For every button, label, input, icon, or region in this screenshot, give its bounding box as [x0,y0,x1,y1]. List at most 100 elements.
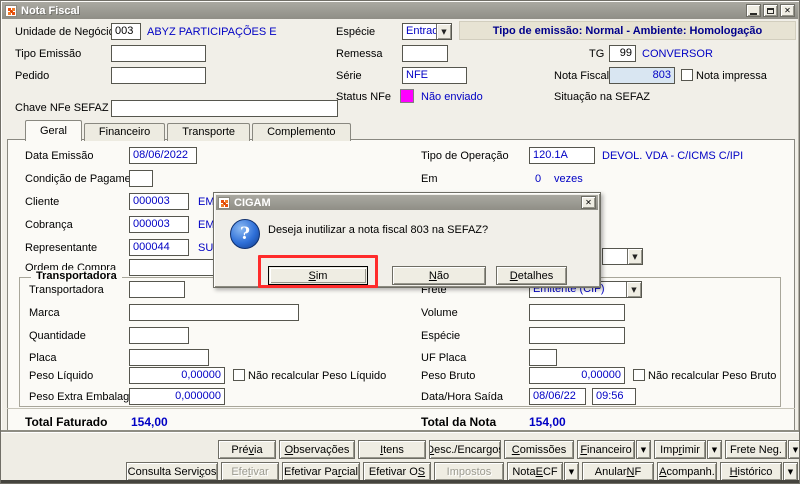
efetivar-parcial-button[interactable]: Efetivar Pa r cial [282,462,360,481]
tab-geral[interactable]: Geral [25,120,82,141]
serie-field[interactable]: NFE [402,67,467,84]
dialog-message: Deseja inutilizar a nota fiscal 803 na S… [268,224,489,236]
previa-button[interactable]: Pré v ia [218,440,276,459]
serie-label: Série [336,70,362,82]
condicao-pagamento-field[interactable] [129,170,153,187]
uf-placa-field[interactable] [529,349,557,366]
tab-transporte[interactable]: Transporte [167,123,251,141]
dialog-title: CIGAM [234,196,271,209]
remessa-field[interactable] [402,45,448,62]
maximize-button[interactable] [763,4,778,17]
efetivar-os-button[interactable]: Efetivar OS [363,462,431,481]
volume-field[interactable] [529,304,625,321]
itens-button[interactable]: Itens [358,440,426,459]
chevron-down-icon[interactable]: ▼ [436,24,451,39]
window-title: Nota Fiscal [21,4,80,17]
dialog-close-icon[interactable]: ✕ [581,196,596,209]
transportadora-field[interactable] [129,281,185,298]
transportadora-group-title: Transportadora [31,270,122,282]
unidade-negocio-name: ABYZ PARTICIPAÇÕES E [147,26,277,38]
representante-field[interactable]: 000044 [129,239,189,256]
nao-recalcular-peso-bruto-checkbox[interactable] [633,369,645,381]
hora-saida-field[interactable]: 09:56 [592,388,636,405]
chave-nfe-field[interactable] [111,100,338,117]
pedido-field[interactable] [111,67,206,84]
nota-ecf-menu-arrow[interactable]: ▼ [564,462,579,481]
chevron-down-icon[interactable]: ▼ [627,249,642,264]
total-faturado-label: Total Faturado [25,415,108,429]
em-label: Em [421,173,438,185]
nota-impressa-checkbox[interactable] [681,69,693,81]
quantidade-label: Quantidade [29,330,86,342]
close-icon[interactable]: ✕ [780,4,795,17]
detalhes-button[interactable]: Detalhes [496,266,567,285]
volume-label: Volume [421,307,458,319]
peso-bruto-field[interactable]: 0,00000 [529,367,625,384]
desc-encargos-button[interactable]: Desc./Encargos [429,440,501,459]
financeiro-menu-arrow[interactable]: ▼ [636,440,651,459]
chevron-down-icon[interactable]: ▼ [626,282,641,297]
tab-complemento[interactable]: Complemento [252,123,351,141]
nao-recalcular-peso-liquido-checkbox[interactable] [233,369,245,381]
especie-label: Espécie [336,26,376,38]
unidade-negocio-label: Unidade de Negócio [15,26,115,38]
uf-placa-label: UF Placa [421,352,467,364]
nota-fiscal-window: Nota Fiscal ✕ Unidade de Negócio 003 ABY… [0,0,800,484]
tipo-emissao-field[interactable] [111,45,206,62]
marca-field[interactable] [129,304,299,321]
total-nota-value: 154,00 [529,415,566,429]
data-saida-field[interactable]: 08/06/22 [529,388,586,405]
observacoes-button[interactable]: Observações [279,440,355,459]
pedido-label: Pedido [15,70,50,82]
tipo-operacao-field[interactable]: 120.1A [529,147,595,164]
totals-separator [7,408,795,409]
especie-select[interactable]: Entrada ▼ [402,23,452,40]
financeiro-button[interactable]: Financeiro [577,440,635,459]
unidade-negocio-field[interactable]: 003 [111,23,141,40]
footer-row2: Consulta Servi ç os Efe t ivar Efetivar Pa r cia… [126,462,798,481]
acompanh-button[interactable]: Acompanh. [657,462,717,481]
total-nota-label: Total da Nota [421,415,497,429]
frete-neg-button[interactable]: Frete Neg. [725,440,787,459]
condicao-pagamento-label: Condição de Pagamento [25,173,147,185]
nota-ecf-button[interactable]: Nota E CF [507,462,563,481]
especie-transporte-field[interactable] [529,327,625,344]
cigam-dialog-icon [218,196,230,209]
minimize-button[interactable] [746,4,761,17]
cobranca-field[interactable]: 000003 [129,216,189,233]
tg-label: TG [589,48,605,60]
historico-menu-arrow[interactable]: ▼ [783,462,798,481]
nao-button[interactable]: Não [392,266,486,285]
peso-extra-field[interactable]: 0,000000 [129,388,225,405]
chave-nfe-label: Chave NFe SEFAZ [15,102,109,114]
peso-liquido-field[interactable]: 0,00000 [129,367,225,384]
imprimir-menu-arrow[interactable]: ▼ [707,440,722,459]
cliente-field[interactable]: 000003 [129,193,189,210]
peso-bruto-label: Peso Bruto [421,370,476,382]
data-emissao-field[interactable]: 08/06/2022 [129,147,197,164]
anular-nf-button[interactable]: Anular NF [582,462,654,481]
comissoes-button[interactable]: Comissões [504,440,574,459]
data-hora-saida-label: Data/Hora Saída [421,391,503,403]
dialog-titlebar: CIGAM ✕ [216,195,598,210]
representante-name: SU [198,242,214,254]
frete-neg-menu-arrow[interactable]: ▼ [788,440,799,459]
sim-button-highlight-annotation [258,255,378,288]
emission-type-banner: Tipo de emissão: Normal - Ambiente: Homo… [459,21,796,40]
question-icon: ? [230,219,260,249]
nao-recalcular-peso-liquido-label: Não recalcular Peso Líquido [248,370,387,382]
data-emissao-label: Data Emissão [25,150,94,162]
covered-row-combo[interactable]: ▼ [602,248,643,265]
nota-fiscal-field[interactable]: 803 [609,67,675,84]
placa-field[interactable] [129,349,209,366]
quantidade-field[interactable] [129,327,189,344]
window-bottom-edge [1,480,799,483]
especie-transporte-label: Espécie [421,330,461,342]
tab-financeiro[interactable]: Financeiro [83,123,166,141]
consulta-servicos-button[interactable]: Consulta Servi ç os [126,462,218,481]
window-titlebar: Nota Fiscal ✕ [2,2,798,19]
em-vezes: vezes [554,173,583,185]
historico-button[interactable]: Histórico [720,462,782,481]
tg-field[interactable]: 99 [609,45,636,62]
imprimir-button[interactable]: Imp r imir [654,440,706,459]
